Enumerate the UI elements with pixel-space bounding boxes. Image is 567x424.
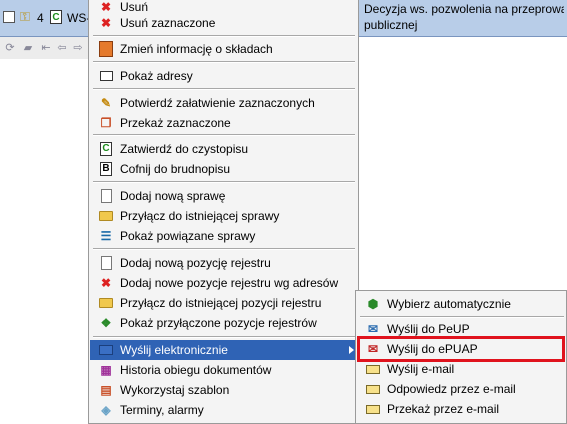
first-page-icon[interactable]: ⇤ <box>40 42 52 54</box>
send-peup-icon: ✉ <box>367 322 379 336</box>
menu-item-linked-registers[interactable]: ❖ Pokaż przyłączone pozycje rejestrów <box>90 313 358 333</box>
edit-info-icon <box>98 41 114 57</box>
mini-toolbar: ⟳ ▰ ⇤ ⇦ ⇨ <box>0 37 90 59</box>
submenu-item-label: Wybierz automatycznie <box>387 297 511 311</box>
menu-item-use-template[interactable]: ▤ Wykorzystaj szablon <box>90 380 358 400</box>
description-line-2: publicznej <box>364 18 418 32</box>
menu-item-attach-register[interactable]: Przyłącz do istniejącej pozycji rejestru <box>90 293 358 313</box>
menu-item-label: Potwierdź załatwienie zaznaczonych <box>120 96 315 110</box>
menu-item-label: Wykorzystaj szablon <box>120 383 230 397</box>
row-checkbox[interactable] <box>3 11 15 23</box>
register-by-address-icon: ✖ <box>100 276 112 290</box>
submenu-item-send-email[interactable]: Wyślij e-mail <box>357 359 565 379</box>
menu-item-label: Przekaż zaznaczone <box>120 116 231 130</box>
menu-separator <box>93 134 355 136</box>
folder-icon <box>98 208 114 224</box>
menu-item-label: Dodaj nową pozycję rejestru <box>120 256 271 270</box>
submenu-arrow-icon <box>349 346 354 354</box>
menu-item-label: Zatwierdź do czystopisu <box>120 142 249 156</box>
menu-item-register-by-address[interactable]: ✖ Dodaj nowe pozycje rejestru wg adresów <box>90 273 358 293</box>
menu-item-label: Pokaż przyłączone pozycje rejestrów <box>120 316 317 330</box>
related-cases-icon: ☰ <box>100 229 112 243</box>
menu-item-revert-draft[interactable]: B Cofnij do brudnopisu <box>90 159 358 179</box>
submenu-item-label: Wyślij e-mail <box>387 362 455 376</box>
folder-icon <box>98 295 114 311</box>
next-page-icon[interactable]: ⇨ <box>72 42 84 54</box>
menu-item-label: Przyłącz do istniejącej pozycji rejestru <box>120 296 322 310</box>
menu-item-approve-final[interactable]: C Zatwierdź do czystopisu <box>90 139 358 159</box>
ws-cell: WS- <box>67 11 91 25</box>
menu-separator <box>93 336 355 338</box>
submenu-item-forward-email[interactable]: Przekaż przez e-mail <box>357 399 565 419</box>
email-icon <box>365 361 381 377</box>
menu-item-label: Przyłącz do istniejącej sprawy <box>120 209 280 223</box>
context-menu: ✖ Usuń ✖ Usuń zaznaczone Zmień informacj… <box>88 0 359 424</box>
alarm-icon: ◈ <box>101 403 111 417</box>
new-register-icon <box>98 255 114 271</box>
menu-item-label: Wyślij elektronicznie <box>120 343 228 357</box>
submenu-item-label: Wyślij do PeUP <box>387 322 470 336</box>
menu-item-change-info[interactable]: Zmień informację o składach <box>90 39 358 59</box>
submenu-item-label: Odpowiedz przez e-mail <box>387 382 516 396</box>
menu-separator <box>360 316 564 318</box>
description-line-1: Decyzja ws. pozwolenia na przeprowa <box>364 2 564 16</box>
eraser-icon[interactable]: ▰ <box>22 42 34 54</box>
history-icon: ▦ <box>100 363 112 377</box>
forward-icon: ❐ <box>100 116 112 130</box>
menu-item-label: Pokaż adresy <box>120 69 193 83</box>
auto-select-icon: ⬢ <box>367 297 379 311</box>
description-cell: Decyzja ws. pozwolenia na przeprowa publ… <box>364 1 564 33</box>
revert-letter-icon: B <box>98 161 114 177</box>
menu-separator <box>93 248 355 250</box>
menu-item-label: Cofnij do brudnopisu <box>120 162 231 176</box>
menu-item-send-electronic[interactable]: Wyślij elektronicznie <box>90 340 358 360</box>
template-icon: ▤ <box>100 383 112 397</box>
confirm-icon: ✎ <box>100 96 112 110</box>
send-electronic-icon <box>98 342 114 358</box>
menu-separator <box>93 61 355 63</box>
menu-item-document-history[interactable]: ▦ Historia obiegu dokumentów <box>90 360 358 380</box>
delete-selected-icon: ✖ <box>100 16 112 30</box>
new-document-icon <box>98 188 114 204</box>
menu-item-label: Dodaj nowe pozycje rejestru wg adresów <box>120 276 339 290</box>
menu-item-label: Terminy, alarmy <box>120 403 204 417</box>
prev-page-icon[interactable]: ⇦ <box>56 42 68 54</box>
menu-item-confirm-settled[interactable]: ✎ Potwierdź załatwienie zaznaczonych <box>90 93 358 113</box>
address-card-icon <box>98 68 114 84</box>
menu-item-attach-case[interactable]: Przyłącz do istniejącej sprawy <box>90 206 358 226</box>
submenu-item-reply-email[interactable]: Odpowiedz przez e-mail <box>357 379 565 399</box>
menu-item-new-case[interactable]: Dodaj nową sprawę <box>90 186 358 206</box>
epuap-highlight-callout <box>357 336 565 362</box>
forward-email-icon <box>365 401 381 417</box>
menu-item-label: Dodaj nową sprawę <box>120 189 226 203</box>
row-number: 4 <box>37 11 44 25</box>
submenu-item-auto-select[interactable]: ⬢ Wybierz automatycznie <box>357 294 565 314</box>
menu-separator <box>93 181 355 183</box>
menu-separator <box>93 88 355 90</box>
approved-c-icon: C <box>50 10 62 24</box>
menu-item-delete-selected[interactable]: ✖ Usuń zaznaczone <box>90 13 358 33</box>
menu-item-new-register[interactable]: Dodaj nową pozycję rejestru <box>90 253 358 273</box>
menu-item-forward-selected[interactable]: ❐ Przekaż zaznaczone <box>90 113 358 133</box>
menu-item-deadlines-alarms[interactable]: ◈ Terminy, alarmy <box>90 400 358 420</box>
reply-email-icon <box>365 381 381 397</box>
menu-item-label: Usuń <box>120 0 149 14</box>
approve-letter-icon: C <box>98 141 114 157</box>
menu-item-show-addresses[interactable]: Pokaż adresy <box>90 66 358 86</box>
menu-item-label: Pokaż powiązane sprawy <box>120 229 256 243</box>
key-icon: ⚿ <box>20 9 30 24</box>
menu-item-related-cases[interactable]: ☰ Pokaż powiązane sprawy <box>90 226 358 246</box>
linked-registers-icon: ❖ <box>100 316 112 330</box>
submenu-item-label: Przekaż przez e-mail <box>387 402 500 416</box>
menu-item-label: Historia obiegu dokumentów <box>120 363 272 377</box>
refresh-icon[interactable]: ⟳ <box>4 42 16 54</box>
menu-item-label: Zmień informację o składach <box>120 42 273 56</box>
menu-separator <box>93 35 355 37</box>
menu-item-label: Usuń zaznaczone <box>120 16 216 30</box>
